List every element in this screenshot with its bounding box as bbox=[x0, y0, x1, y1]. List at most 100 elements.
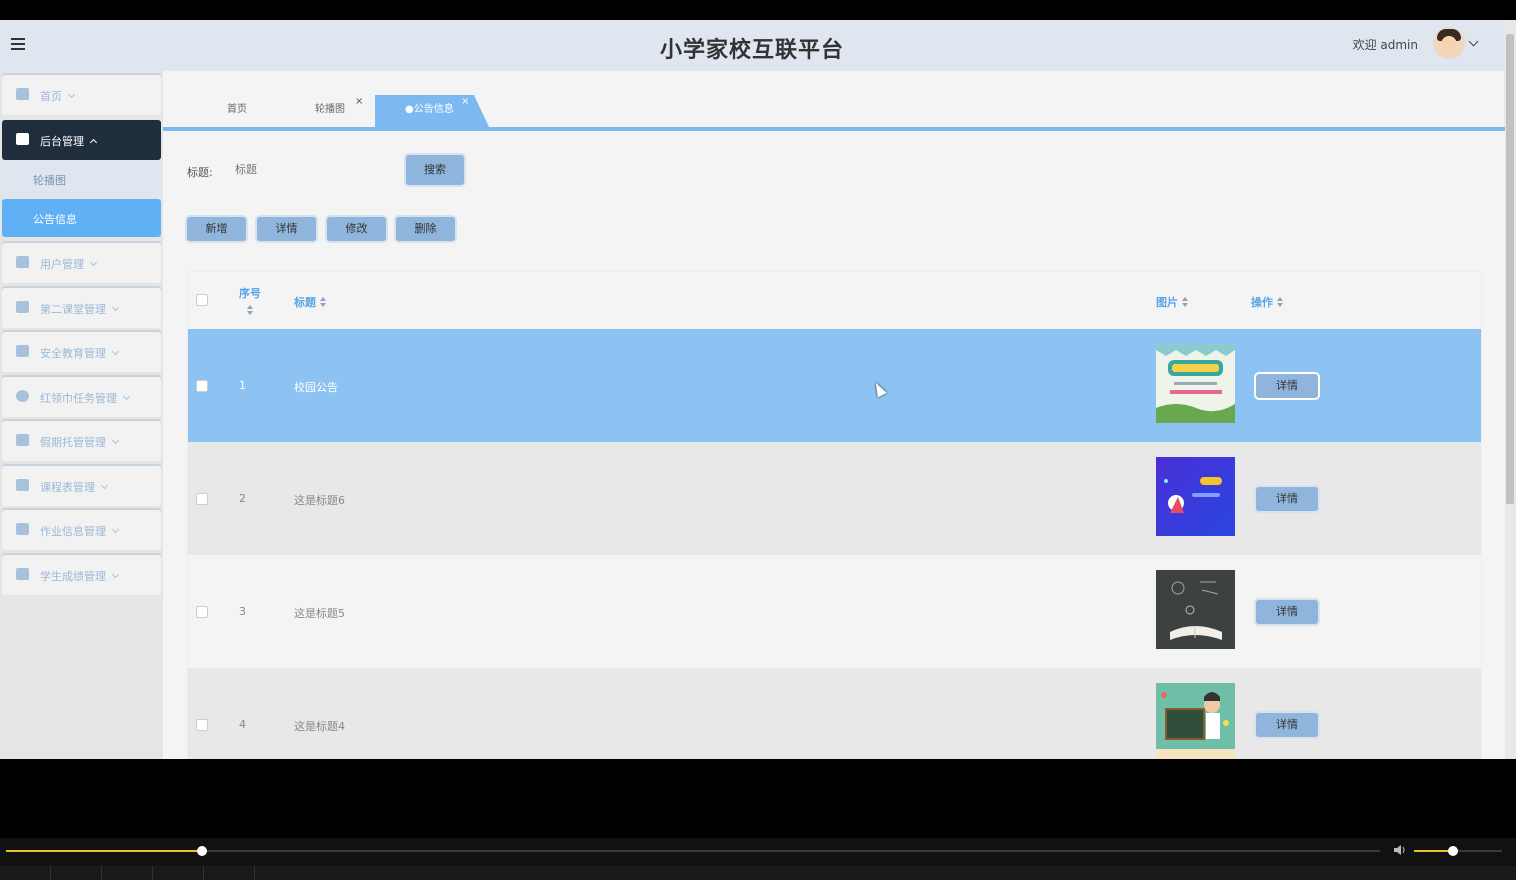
sidebar-item-label: 用户管理 bbox=[40, 258, 84, 271]
edit-button[interactable]: 修改 bbox=[327, 217, 386, 241]
welcome-text: 欢迎 admin bbox=[1352, 38, 1418, 52]
row-checkbox[interactable] bbox=[196, 493, 208, 505]
row-checkbox[interactable] bbox=[196, 606, 208, 618]
app-title: 小学家校互联平台 bbox=[659, 38, 844, 63]
column-header-index[interactable]: 序号 bbox=[239, 285, 261, 315]
sort-icon[interactable] bbox=[1182, 297, 1188, 307]
classroom-icon bbox=[16, 301, 29, 313]
sidebar-item-backend[interactable]: 后台管理 bbox=[2, 120, 161, 160]
table-row[interactable]: 1 校园公告 详情 bbox=[188, 329, 1481, 442]
data-table: 序号 标题 图片 操作 1 校园公告 详情 2 这是标题6 详情 3 这是标题5… bbox=[187, 271, 1482, 759]
volume-icon[interactable] bbox=[1393, 844, 1407, 856]
sidebar-item-red-scarf[interactable]: 红领巾任务管理 bbox=[2, 377, 161, 417]
row-checkbox[interactable] bbox=[196, 719, 208, 731]
sidebar-subitem-label: 轮播图 bbox=[33, 174, 66, 187]
seek-progress bbox=[6, 850, 202, 852]
column-header-operation[interactable]: 操作 bbox=[1251, 294, 1283, 310]
column-header-label: 标题 bbox=[294, 296, 316, 309]
sidebar-item-label: 作业信息管理 bbox=[40, 525, 106, 538]
row-thumbnail bbox=[1156, 457, 1235, 536]
sidebar-item-grades[interactable]: 学生成绩管理 bbox=[2, 555, 161, 595]
tab-announcement[interactable]: ●公告信息 × bbox=[375, 95, 490, 129]
column-header-label: 图片 bbox=[1156, 296, 1178, 309]
cell-title: 这是标题5 bbox=[294, 607, 345, 620]
seek-bar[interactable] bbox=[6, 850, 1380, 852]
column-header-label: 操作 bbox=[1251, 296, 1273, 309]
select-all-checkbox[interactable] bbox=[196, 294, 208, 306]
sidebar-item-label: 第二课堂管理 bbox=[40, 303, 106, 316]
cell-index: 3 bbox=[239, 605, 246, 618]
tab-home[interactable]: 首页 bbox=[227, 95, 297, 129]
add-button[interactable]: 新增 bbox=[187, 217, 246, 241]
chevron-down-icon bbox=[100, 481, 109, 490]
sidebar-subitem-carousel[interactable]: 轮播图 bbox=[2, 160, 161, 198]
row-thumbnail bbox=[1156, 570, 1235, 649]
column-header-title[interactable]: 标题 bbox=[294, 294, 326, 310]
sidebar-item-label: 课程表管理 bbox=[40, 481, 95, 494]
sort-icon[interactable] bbox=[247, 305, 253, 315]
scrollbar-thumb[interactable] bbox=[1506, 34, 1514, 504]
search-input[interactable] bbox=[229, 157, 401, 183]
main-content: 标题: 搜索 新增 详情 修改 删除 序号 标题 图片 操作 bbox=[163, 131, 1505, 759]
safety-icon bbox=[16, 345, 29, 357]
task-icon bbox=[16, 390, 29, 402]
chevron-down-icon bbox=[111, 525, 120, 534]
close-icon[interactable]: × bbox=[355, 87, 363, 117]
chevron-down-icon bbox=[111, 436, 120, 445]
column-header-image[interactable]: 图片 bbox=[1156, 294, 1188, 310]
close-icon[interactable]: × bbox=[461, 95, 469, 117]
app-window: 小学家校互联平台 欢迎 admin 首页 后台管理 轮播图 公告信息 用户管理 … bbox=[0, 20, 1516, 759]
cell-index: 1 bbox=[239, 379, 246, 392]
volume-handle[interactable] bbox=[1448, 846, 1458, 856]
chevron-down-icon bbox=[111, 570, 120, 579]
sidebar-subitem-announcement[interactable]: 公告信息 bbox=[2, 199, 161, 237]
sidebar-item-label: 首页 bbox=[40, 90, 62, 103]
sidebar-item-homework[interactable]: 作业信息管理 bbox=[2, 510, 161, 550]
schedule-icon bbox=[16, 479, 29, 491]
sidebar-item-label: 假期托管管理 bbox=[40, 436, 106, 449]
sidebar-item-holiday[interactable]: 假期托管管理 bbox=[2, 421, 161, 461]
delete-button[interactable]: 删除 bbox=[396, 217, 455, 241]
row-detail-button[interactable]: 详情 bbox=[1256, 713, 1318, 737]
sidebar-item-home[interactable]: 首页 bbox=[2, 75, 161, 115]
homework-icon bbox=[16, 523, 29, 535]
search-button[interactable]: 搜索 bbox=[406, 155, 464, 185]
sidebar-item-schedule[interactable]: 课程表管理 bbox=[2, 466, 161, 506]
tab-label: 轮播图 bbox=[315, 104, 345, 115]
row-detail-button[interactable]: 详情 bbox=[1256, 600, 1318, 624]
sidebar-item-label: 安全教育管理 bbox=[40, 347, 106, 360]
scrollbar[interactable] bbox=[1504, 20, 1516, 759]
chevron-down-icon bbox=[89, 258, 98, 267]
grid-icon bbox=[16, 133, 29, 145]
sidebar-item-safety[interactable]: 安全教育管理 bbox=[2, 332, 161, 372]
sidebar-item-second-classroom[interactable]: 第二课堂管理 bbox=[2, 288, 161, 328]
sidebar-item-users[interactable]: 用户管理 bbox=[2, 243, 161, 283]
chevron-down-icon bbox=[122, 392, 131, 401]
cell-title: 这是标题4 bbox=[294, 720, 345, 733]
row-thumbnail bbox=[1156, 683, 1235, 759]
avatar[interactable] bbox=[1433, 27, 1465, 59]
detail-button[interactable]: 详情 bbox=[257, 217, 316, 241]
row-checkbox[interactable] bbox=[196, 380, 208, 392]
sort-icon[interactable] bbox=[1277, 297, 1283, 307]
sidebar-subitem-label: 公告信息 bbox=[33, 213, 77, 226]
table-row[interactable]: 3 这是标题5 详情 bbox=[188, 555, 1481, 668]
table-row[interactable]: 4 这是标题4 详情 bbox=[188, 668, 1481, 759]
chevron-down-icon bbox=[111, 303, 120, 312]
tab-label: 首页 bbox=[227, 104, 247, 115]
seek-handle[interactable] bbox=[197, 846, 207, 856]
column-header-label: 序号 bbox=[239, 287, 261, 300]
table-row[interactable]: 2 这是标题6 详情 bbox=[188, 442, 1481, 555]
row-detail-button[interactable]: 详情 bbox=[1256, 374, 1318, 398]
sidebar-item-label: 后台管理 bbox=[40, 135, 84, 148]
cell-title: 校园公告 bbox=[294, 381, 338, 394]
sort-icon[interactable] bbox=[320, 297, 326, 307]
top-bar: 小学家校互联平台 欢迎 admin bbox=[0, 20, 1504, 71]
home-icon bbox=[16, 88, 29, 100]
chevron-down-icon bbox=[111, 347, 120, 356]
users-icon bbox=[16, 256, 29, 268]
row-detail-button[interactable]: 详情 bbox=[1256, 487, 1318, 511]
holiday-icon bbox=[16, 434, 29, 446]
sidebar: 首页 后台管理 轮播图 公告信息 用户管理 第二课堂管理 安全教育管理 红领巾任… bbox=[0, 71, 163, 759]
grades-icon bbox=[16, 568, 29, 580]
